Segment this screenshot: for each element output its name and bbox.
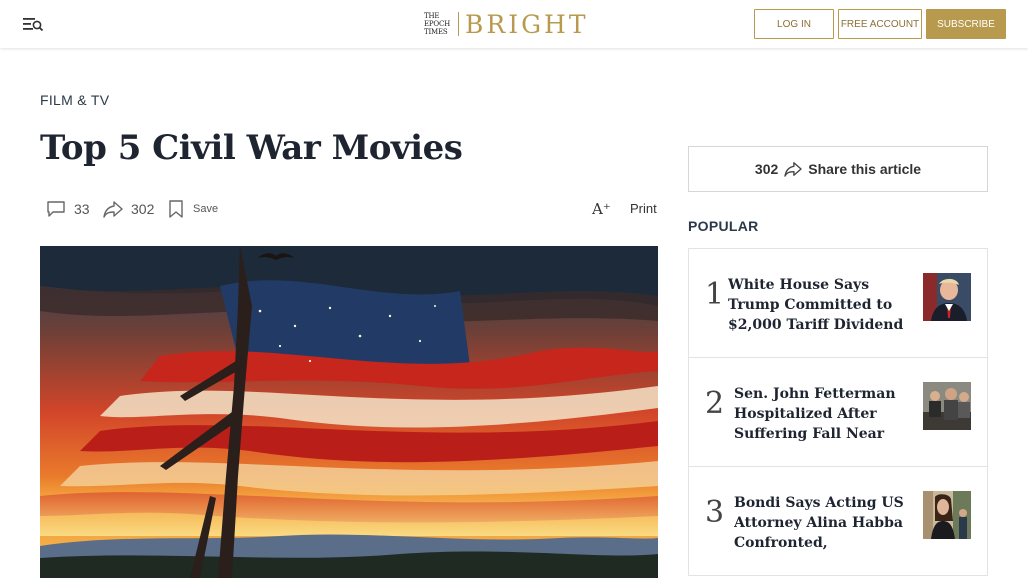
popular-rank: 3 [705,495,725,530]
popular-list: 1 White House Says Trump Committed to $2… [688,248,988,576]
popular-headline[interactable]: White House Says Trump Committed to $2,0… [728,275,908,335]
shares-count: 302 [131,201,155,217]
popular-item[interactable]: 1 White House Says Trump Committed to $2… [689,249,987,358]
login-button[interactable]: LOG IN [754,9,834,39]
print-button[interactable]: Print [630,201,657,216]
article-category-link[interactable]: FILM & TV [40,92,109,108]
share-article-button[interactable]: 302 Share this article [688,146,988,192]
popular-thumbnail[interactable] [923,382,971,430]
popular-rank: 1 [705,277,725,312]
save-label: Save [193,203,219,215]
share-article-count: 302 [754,161,779,177]
save-button[interactable]: Save [167,198,218,220]
share-article-label: Share this article [808,161,922,177]
popular-thumbnail[interactable] [923,491,971,539]
popular-item[interactable]: 3 Bondi Says Acting US Attorney Alina Ha… [689,467,987,576]
top-navigation-bar: THE EPOCH TIMES BRIGHT LOG IN FREE ACCOU… [0,0,1028,48]
subscribe-button[interactable]: SUBSCRIBE [926,9,1006,39]
comments-button[interactable]: 33 [46,198,90,220]
comment-icon [47,201,65,217]
article-title: Top 5 Civil War Movies [40,128,463,168]
share-arrow-icon [103,201,123,218]
site-logo[interactable]: THE EPOCH TIMES BRIGHT [424,9,589,39]
free-account-button[interactable]: FREE ACCOUNT [838,9,922,39]
comments-count: 33 [74,201,90,217]
popular-heading: POPULAR [688,218,759,234]
logo-bright-text: BRIGHT [465,9,589,39]
popular-headline[interactable]: Bondi Says Acting US Attorney Alina Habb… [734,493,914,553]
popular-rank: 2 [705,386,725,421]
font-size-toggle[interactable]: A⁺ [592,200,611,218]
share-button[interactable]: 302 [103,198,154,220]
share-arrow-icon [784,162,802,177]
logo-epoch-times-text: THE EPOCH TIMES [424,12,451,36]
article-hero-image [40,246,658,578]
popular-headline[interactable]: Sen. John Fetterman Hospitalized After S… [734,384,914,444]
logo-divider [458,12,459,36]
popular-item[interactable]: 2 Sen. John Fetterman Hospitalized After… [689,358,987,467]
menu-search-icon[interactable] [22,14,44,34]
bookmark-icon [169,200,183,218]
popular-thumbnail[interactable] [923,273,971,321]
